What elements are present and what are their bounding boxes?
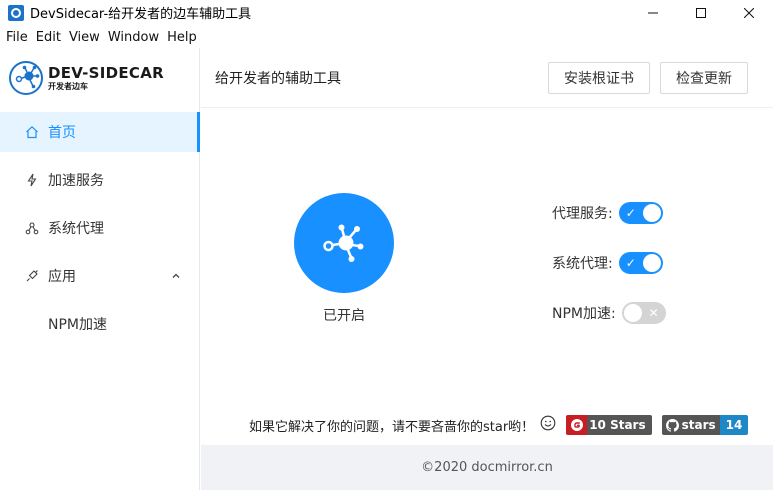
github-stars-label-wrap: stars	[661, 415, 720, 435]
page-header: 给开发者的辅助工具 安装根证书 检查更新	[201, 48, 773, 108]
check-icon: ✓	[625, 206, 636, 220]
page-title: 给开发者的辅助工具	[215, 70, 341, 87]
install-cert-button[interactable]: 安装根证书	[548, 62, 650, 94]
proxy-service-row: 代理服务: ✓	[552, 202, 663, 224]
logo: DEV-SIDECAR 开发者边车	[0, 48, 199, 108]
power-status-label: 已开启	[323, 308, 365, 324]
github-icon	[665, 418, 679, 432]
sidebar-item-system-proxy[interactable]: 系统代理	[0, 208, 199, 248]
check-icon: ✓	[625, 256, 636, 270]
github-stars-count: 14	[719, 415, 749, 435]
smile-icon	[540, 415, 556, 435]
sidebar-item-label: 首页	[48, 125, 76, 141]
switch-knob	[642, 254, 661, 272]
gitee-stars-count: 10 Stars	[587, 415, 652, 435]
sidebar-item-label: 系统代理	[48, 221, 104, 237]
main-content: 已开启 代理服务: ✓ 系统代理: ✓ NPM加速: ✕ 如果它解决了你的问题，…	[201, 109, 773, 445]
home-icon	[24, 124, 40, 140]
sidebar-item-speedup[interactable]: 加速服务	[0, 160, 199, 200]
title-bar: DevSidecar-给开发者的边车辅助工具	[0, 0, 773, 25]
logo-subtitle: 开发者边车	[48, 82, 88, 91]
sidebar: DEV-SIDECAR 开发者边车 首页 加速服务 系统代理 应用 NPM加速	[0, 48, 200, 490]
sidebar-item-label: NPM加速	[48, 317, 107, 333]
thunderbolt-icon	[24, 172, 40, 188]
window-controls	[629, 0, 773, 25]
maximize-button[interactable]	[677, 0, 725, 25]
sidebar-item-apps[interactable]: 应用	[0, 256, 199, 296]
maximize-icon	[696, 7, 706, 18]
window-title: DevSidecar-给开发者的边车辅助工具	[30, 7, 252, 22]
menu-file[interactable]: File	[6, 30, 28, 45]
menu-view[interactable]: View	[69, 30, 100, 45]
npm-speedup-row: NPM加速: ✕	[552, 302, 666, 324]
share-network-icon	[323, 224, 364, 262]
star-request-text: 如果它解决了你的问题，请不要吝啬你的star哟！	[249, 419, 535, 435]
github-stars-label: stars	[681, 418, 716, 432]
proxy-service-label: 代理服务:	[552, 206, 613, 222]
app-icon	[8, 4, 24, 21]
sidebar-item-label: 应用	[48, 269, 76, 285]
logo-icon	[9, 61, 43, 95]
npm-speedup-switch[interactable]: ✕	[621, 302, 666, 324]
close-button[interactable]	[725, 0, 773, 25]
api-icon	[24, 268, 40, 284]
footer: ©2020 docmirror.cn	[201, 445, 773, 490]
system-proxy-switch[interactable]: ✓	[618, 252, 663, 274]
menu-help[interactable]: Help	[167, 30, 197, 45]
minimize-icon	[648, 12, 658, 13]
npm-speedup-label: NPM加速:	[552, 306, 616, 322]
sidebar-item-npm[interactable]: NPM加速	[0, 304, 199, 344]
power-toggle-button[interactable]	[294, 193, 394, 293]
sidebar-item-home[interactable]: 首页	[0, 112, 200, 152]
gitee-stars-badge[interactable]: 10 Stars	[566, 415, 652, 435]
copyright-text: ©2020 docmirror.cn	[421, 460, 553, 475]
gitee-icon	[566, 415, 588, 435]
close-icon	[744, 7, 754, 18]
logo-title: DEV-SIDECAR	[48, 64, 164, 82]
chevron-up-icon	[171, 269, 181, 285]
menu-bar: File Edit View Window Help	[0, 27, 205, 47]
sidebar-item-label: 加速服务	[48, 173, 104, 189]
proxy-service-switch[interactable]: ✓	[618, 202, 663, 224]
switch-knob	[623, 304, 642, 322]
deployment-unit-icon	[24, 220, 40, 236]
github-stars-badge[interactable]: stars 14	[661, 415, 749, 435]
switch-knob	[642, 204, 661, 222]
system-proxy-row: 系统代理: ✓	[552, 252, 663, 274]
minimize-button[interactable]	[629, 0, 677, 25]
app-window: DevSidecar-给开发者的边车辅助工具 File Edit View Wi…	[0, 0, 773, 490]
system-proxy-label: 系统代理:	[552, 256, 613, 272]
star-request: 如果它解决了你的问题，请不要吝啬你的star哟！ 10 Stars stars …	[249, 415, 749, 435]
check-update-button[interactable]: 检查更新	[660, 62, 748, 94]
menu-window[interactable]: Window	[108, 30, 159, 45]
close-icon: ✕	[648, 306, 659, 320]
menu-edit[interactable]: Edit	[36, 30, 61, 45]
